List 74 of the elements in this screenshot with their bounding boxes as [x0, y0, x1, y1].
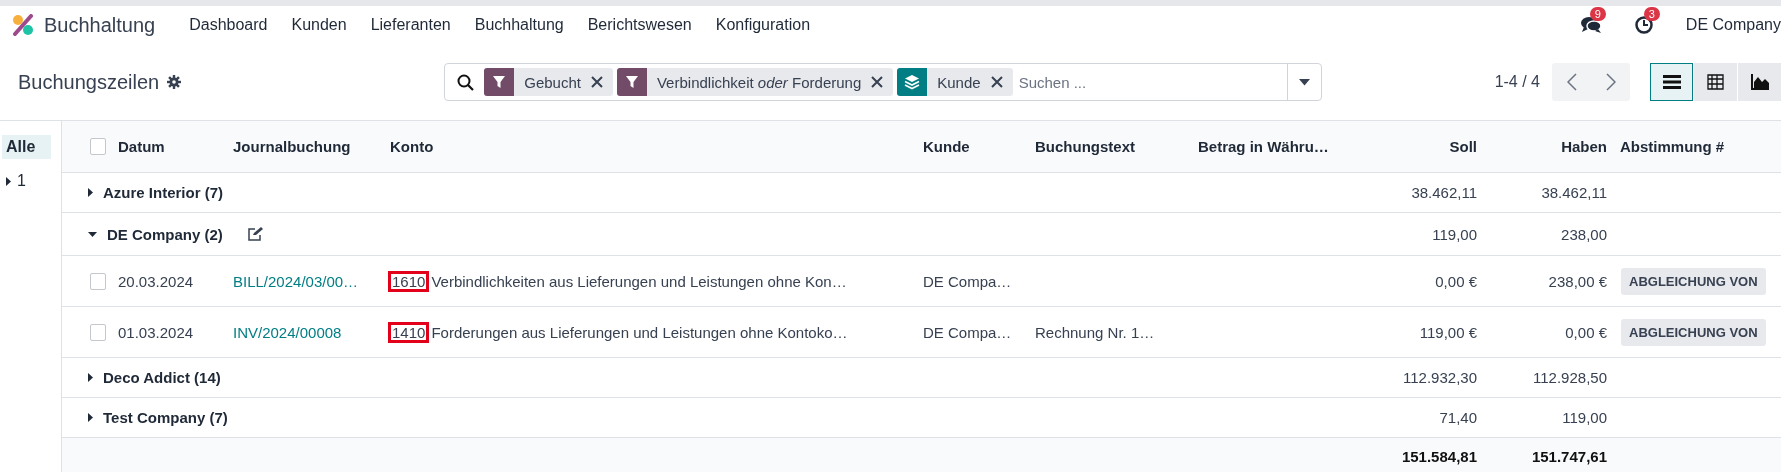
- column-header[interactable]: Soll: [1449, 138, 1477, 155]
- layers-icon: [904, 74, 921, 90]
- sidebar-item[interactable]: 1: [2, 169, 51, 193]
- total-debit: 151.584,81: [1401, 447, 1477, 465]
- group-debit-sum: 119,00: [1432, 225, 1477, 243]
- graph-view-button[interactable]: [1738, 63, 1781, 101]
- page-title: Buchungszeilen: [18, 70, 160, 94]
- caret-down-icon: [1299, 78, 1311, 86]
- pager-value[interactable]: 1-4 / 4: [1494, 73, 1540, 91]
- filter-icon: [492, 75, 507, 89]
- search-icon: [457, 73, 475, 91]
- reconcile-button[interactable]: ABGLEICHUNG VON: [1621, 318, 1766, 346]
- group-credit-sum: 238,00: [1561, 225, 1607, 243]
- account-name: Verbindlichkeiten aus Lieferungen und Leistungen ohne Kon…: [431, 272, 847, 290]
- description-cell: Rechnung Nr. 1…: [1035, 323, 1155, 341]
- group-credit-sum: 38.462,11: [1541, 184, 1607, 201]
- reconcile-button[interactable]: ABGLEICHUNG VON: [1621, 267, 1766, 295]
- debit-cell: 0,00 €: [1435, 272, 1477, 290]
- group-credit-sum: 112.928,50: [1533, 369, 1607, 386]
- menu-item[interactable]: Dashboard: [177, 16, 280, 34]
- group-label[interactable]: DE Company (2): [107, 225, 223, 243]
- list-icon: [1662, 75, 1681, 89]
- debit-cell: 119,00 €: [1419, 323, 1477, 341]
- journal-entry-link[interactable]: BILL/2024/03/00…: [233, 272, 359, 290]
- column-header[interactable]: Datum: [118, 138, 165, 155]
- edit-icon[interactable]: [246, 227, 263, 241]
- group-debit-sum: 38.462,11: [1411, 184, 1477, 201]
- group-debit-sum: 112.932,30: [1403, 369, 1477, 386]
- credit-cell: 0,00 €: [1565, 323, 1607, 341]
- account-name: Forderungen aus Lieferungen und Leistungen ohne Kontoko…: [431, 323, 848, 341]
- column-header[interactable]: Haben: [1561, 138, 1607, 155]
- filter-facet: Verbindlichkeit oder Forderung: [616, 68, 894, 96]
- date-cell: 01.03.2024: [118, 323, 194, 341]
- filter-facet: Gebucht: [484, 68, 613, 96]
- row-checkbox[interactable]: [90, 323, 106, 341]
- group-label[interactable]: Test Company (7): [103, 409, 228, 426]
- customer-cell: DE Compa…: [923, 323, 1012, 341]
- date-cell: 20.03.2024: [118, 272, 194, 290]
- account-code: 1610: [390, 272, 428, 290]
- area-chart-icon: [1750, 74, 1769, 90]
- sidebar-label: Alle: [6, 138, 36, 156]
- filter-facet: Kunde: [897, 68, 1013, 96]
- menu-item[interactable]: Berichtswesen: [575, 16, 704, 34]
- journal-entry-link[interactable]: INV/2024/00008: [233, 323, 342, 341]
- company-switcher[interactable]: DE Company: [1685, 16, 1781, 34]
- logo-icon: [12, 14, 34, 36]
- column-header[interactable]: Konto: [390, 138, 434, 155]
- menu-item[interactable]: Buchhaltung: [462, 16, 576, 34]
- sidebar-label: 1: [17, 172, 26, 190]
- activity-count-badge: 3: [1643, 7, 1660, 21]
- column-header[interactable]: Kunde: [923, 138, 970, 155]
- customer-cell: DE Compa…: [923, 272, 1012, 290]
- table-grid-icon: [1707, 74, 1724, 90]
- account-code: 1410: [390, 323, 428, 341]
- row-checkbox[interactable]: [90, 272, 106, 290]
- menu-item[interactable]: Lieferanten: [358, 16, 463, 34]
- filter-icon: [624, 75, 639, 89]
- app-name: Buchhaltung: [44, 13, 156, 37]
- list-view-button[interactable]: [1650, 63, 1693, 101]
- message-count-badge: 9: [1589, 7, 1606, 21]
- group-label[interactable]: Deco Addict (14): [103, 369, 221, 386]
- group-credit-sum: 119,00: [1562, 409, 1607, 426]
- chevron-left-icon: [1566, 73, 1577, 91]
- sidebar-item[interactable]: Alle: [2, 135, 51, 159]
- chevron-right-icon: [1605, 73, 1616, 91]
- menu-item[interactable]: Konfiguration: [703, 16, 823, 34]
- select-all-checkbox[interactable]: [90, 138, 106, 155]
- menu-item[interactable]: Kunden: [279, 16, 359, 34]
- group-label[interactable]: Azure Interior (7): [103, 184, 223, 201]
- pivot-view-button[interactable]: [1694, 63, 1737, 101]
- credit-cell: 238,00 €: [1548, 272, 1607, 290]
- group-debit-sum: 71,40: [1439, 409, 1477, 426]
- settings-icon[interactable]: [167, 75, 182, 89]
- total-credit: 151.747,61: [1531, 447, 1607, 465]
